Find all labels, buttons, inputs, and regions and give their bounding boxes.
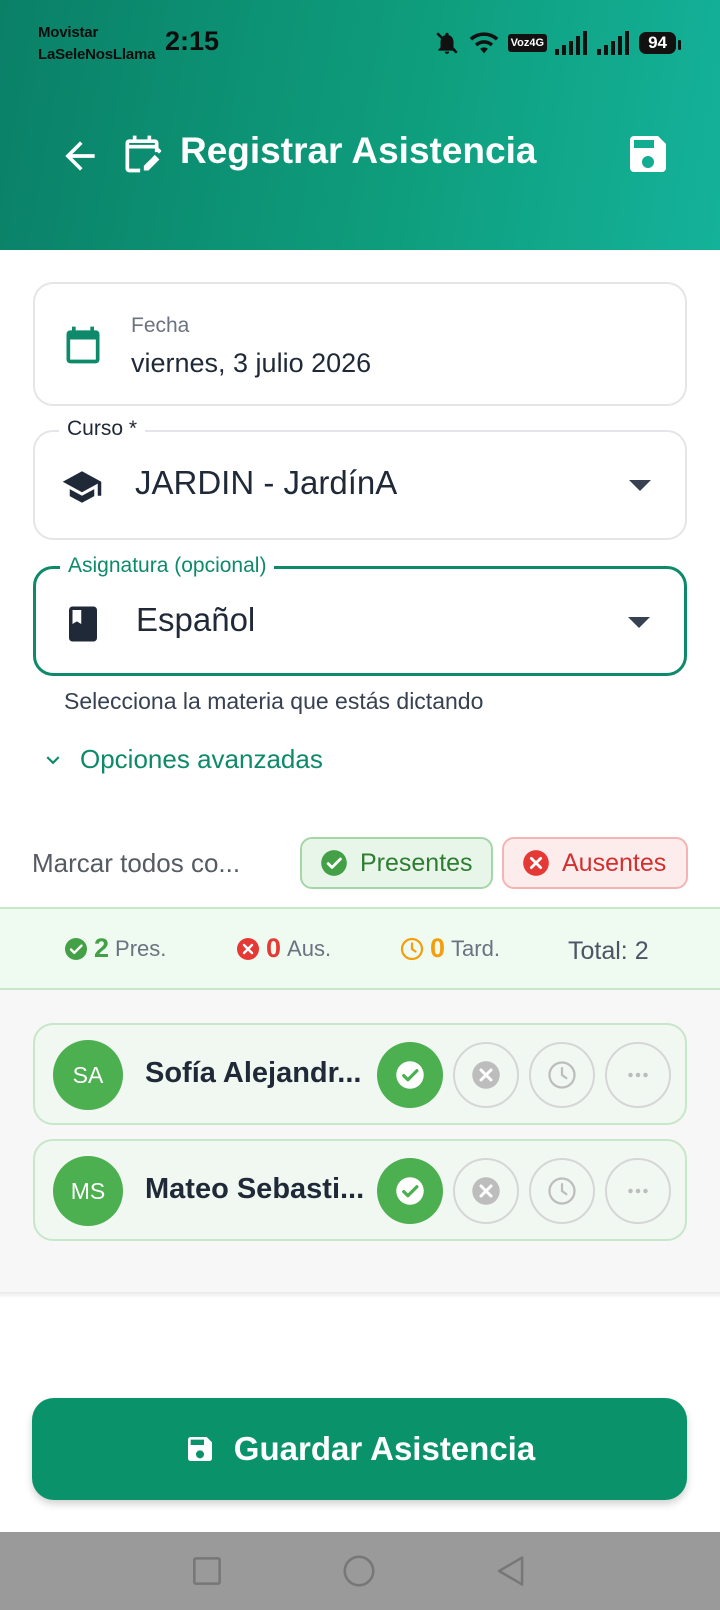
more-options-button[interactable] — [605, 1158, 671, 1224]
clock-icon — [548, 1061, 576, 1089]
book-icon — [69, 606, 97, 642]
student-name: Mateo Sebasti... — [145, 1173, 365, 1205]
summary-total: Total: 2 — [568, 937, 649, 965]
volte-badge: Voz4G — [507, 34, 548, 52]
battery-indicator: 94 — [639, 32, 681, 54]
more-options-button[interactable] — [605, 1042, 671, 1108]
chevron-down-icon — [46, 755, 60, 764]
carrier-line-2: LaSeleNosLlama — [38, 46, 156, 63]
summary-absent-count: 0 — [266, 933, 282, 963]
mark-absent-button[interactable] — [453, 1158, 519, 1224]
status-icons: Voz4G 94 — [434, 28, 681, 58]
mark-present-button[interactable] — [377, 1042, 443, 1108]
mark-all-present-label: Presentes — [360, 848, 473, 877]
graduation-cap-icon — [62, 471, 102, 503]
advanced-options-label: Opciones avanzadas — [80, 744, 323, 774]
status-time: 2:15 — [165, 26, 220, 56]
mark-late-button[interactable] — [529, 1158, 595, 1224]
attendance-summary: 2 Pres. 0 Aus. 0 Tard. Total: 2 — [0, 907, 720, 990]
summary-present-label: Pres. — [115, 935, 167, 961]
x-circle-icon — [523, 850, 549, 876]
app-header: Movistar LaSeleNosLlama 2:15 Voz4G 94 Re… — [0, 0, 720, 250]
check-circle-icon — [65, 937, 87, 960]
carrier-line-1: Movistar — [38, 24, 99, 41]
curso-value: JARDIN - JardínA — [135, 464, 398, 501]
save-attendance-button[interactable]: Guardar Asistencia — [32, 1398, 687, 1500]
date-picker[interactable]: Fecha viernes, 3 julio 2026 — [33, 282, 687, 406]
signal-strength-icon — [555, 31, 588, 55]
signal-strength-icon-2 — [597, 31, 630, 55]
asignatura-helper-text: Selecciona la materia que estás dictando — [64, 688, 484, 714]
mark-all-absent-button[interactable]: Ausentes — [502, 837, 688, 889]
asignatura-value: Español — [136, 601, 256, 638]
summary-present: 2 Pres. — [64, 933, 166, 964]
floppy-disk-icon[interactable] — [624, 130, 672, 178]
mark-absent-button[interactable] — [453, 1042, 519, 1108]
toolbar: Registrar Asistencia — [0, 120, 720, 190]
calendar-edit-icon — [125, 135, 162, 173]
clock-icon — [548, 1177, 576, 1205]
mark-all-absent-label: Ausentes — [562, 848, 667, 877]
check-icon — [396, 1061, 424, 1089]
summary-late-label: Tard. — [451, 935, 500, 961]
avatar: MS — [53, 1156, 123, 1226]
summary-absent-label: Aus. — [287, 935, 332, 961]
x-circle-icon — [237, 937, 259, 960]
back-triangle-icon[interactable] — [492, 1552, 530, 1590]
mark-all-label: Marcar todos co... — [32, 848, 241, 878]
mark-present-button[interactable] — [377, 1158, 443, 1224]
arrow-left-icon[interactable] — [58, 134, 102, 178]
advanced-options-toggle[interactable]: Opciones avanzadas — [40, 744, 323, 775]
check-circle-icon — [321, 850, 347, 876]
recent-apps-icon[interactable] — [188, 1552, 226, 1590]
status-bar: Movistar LaSeleNosLlama 2:15 Voz4G 94 — [0, 0, 720, 86]
student-name: Sofía Alejandr... — [145, 1057, 362, 1089]
chevron-down-icon — [629, 480, 651, 491]
curso-label: Curso * — [59, 416, 146, 442]
x-circle-icon — [472, 1177, 500, 1205]
date-label: Fecha — [131, 314, 190, 337]
mark-late-button[interactable] — [529, 1042, 595, 1108]
x-circle-icon — [472, 1061, 500, 1089]
student-row: MS Mateo Sebasti... — [33, 1139, 687, 1241]
chevron-down-icon — [628, 617, 650, 628]
home-icon[interactable] — [340, 1552, 378, 1590]
bell-off-icon — [435, 32, 458, 54]
carrier-name: Movistar LaSeleNosLlama — [38, 22, 155, 66]
curso-select[interactable]: Curso * JARDIN - JardínA — [33, 416, 687, 540]
student-row: SA Sofía Alejandr... — [33, 1023, 687, 1125]
calendar-icon — [66, 326, 100, 364]
system-nav-bar — [0, 1532, 720, 1610]
mark-all-present-button[interactable]: Presentes — [300, 837, 493, 889]
wifi-icon — [469, 32, 498, 54]
clock-icon — [400, 937, 424, 960]
floppy-disk-icon — [187, 1437, 212, 1461]
more-horizontal-icon — [628, 1072, 648, 1078]
date-value: viernes, 3 julio 2026 — [131, 348, 372, 378]
avatar: SA — [53, 1040, 123, 1110]
asignatura-select[interactable]: Asignatura (opcional) Español — [33, 553, 687, 676]
summary-late-count: 0 — [430, 933, 446, 963]
summary-absent: 0 Aus. — [236, 933, 331, 964]
check-icon — [396, 1177, 424, 1205]
asignatura-label: Asignatura (opcional) — [60, 553, 275, 579]
summary-present-count: 2 — [94, 933, 110, 963]
save-attendance-label: Guardar Asistencia — [233, 1430, 536, 1467]
summary-late: 0 Tard. — [400, 933, 500, 964]
page-title: Registrar Asistencia — [180, 130, 537, 171]
more-horizontal-icon — [628, 1188, 648, 1194]
